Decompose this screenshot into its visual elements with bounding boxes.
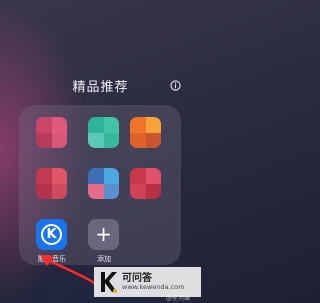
info-icon[interactable] bbox=[170, 80, 181, 91]
mosaic-block bbox=[145, 117, 161, 133]
blurred-app-icon[interactable] bbox=[130, 117, 161, 148]
mosaic-block bbox=[145, 132, 161, 148]
mosaic-block bbox=[103, 132, 119, 148]
blurred-app-icon[interactable] bbox=[88, 168, 119, 199]
mosaic-block bbox=[103, 117, 119, 133]
mosaic-block bbox=[103, 168, 119, 184]
mosaic-block bbox=[145, 183, 161, 199]
blurred-app-icon[interactable] bbox=[130, 168, 161, 199]
mosaic-block bbox=[88, 168, 104, 184]
blurred-app-icon[interactable] bbox=[88, 117, 119, 148]
blurred-app-icon[interactable] bbox=[36, 168, 67, 199]
mosaic-block bbox=[36, 117, 52, 133]
mosaic-block bbox=[36, 168, 52, 184]
mosaic-block bbox=[130, 132, 146, 148]
mosaic-block bbox=[51, 117, 67, 133]
mosaic-block bbox=[51, 168, 67, 184]
watermark-handle: @星河编 bbox=[166, 295, 191, 302]
mosaic-block bbox=[88, 183, 104, 199]
watermark-url: www.kewenda.com bbox=[122, 283, 185, 291]
mosaic-block bbox=[51, 132, 67, 148]
mosaic-block bbox=[130, 117, 146, 133]
mosaic-block bbox=[88, 132, 104, 148]
mosaic-block bbox=[88, 117, 104, 133]
mosaic-block bbox=[36, 183, 52, 199]
blurred-app-icon[interactable] bbox=[36, 117, 67, 148]
mosaic-block bbox=[145, 168, 161, 184]
folder-screen: { "folder": { "title": "精品推荐", "info_ico… bbox=[0, 0, 201, 303]
mosaic-block bbox=[130, 183, 146, 199]
mosaic-block bbox=[36, 132, 52, 148]
watermark-title: 可问答 bbox=[122, 273, 152, 284]
mosaic-block bbox=[51, 183, 67, 199]
mosaic-block bbox=[103, 183, 119, 199]
mosaic-block bbox=[130, 168, 146, 184]
k-logo-icon bbox=[101, 272, 117, 293]
